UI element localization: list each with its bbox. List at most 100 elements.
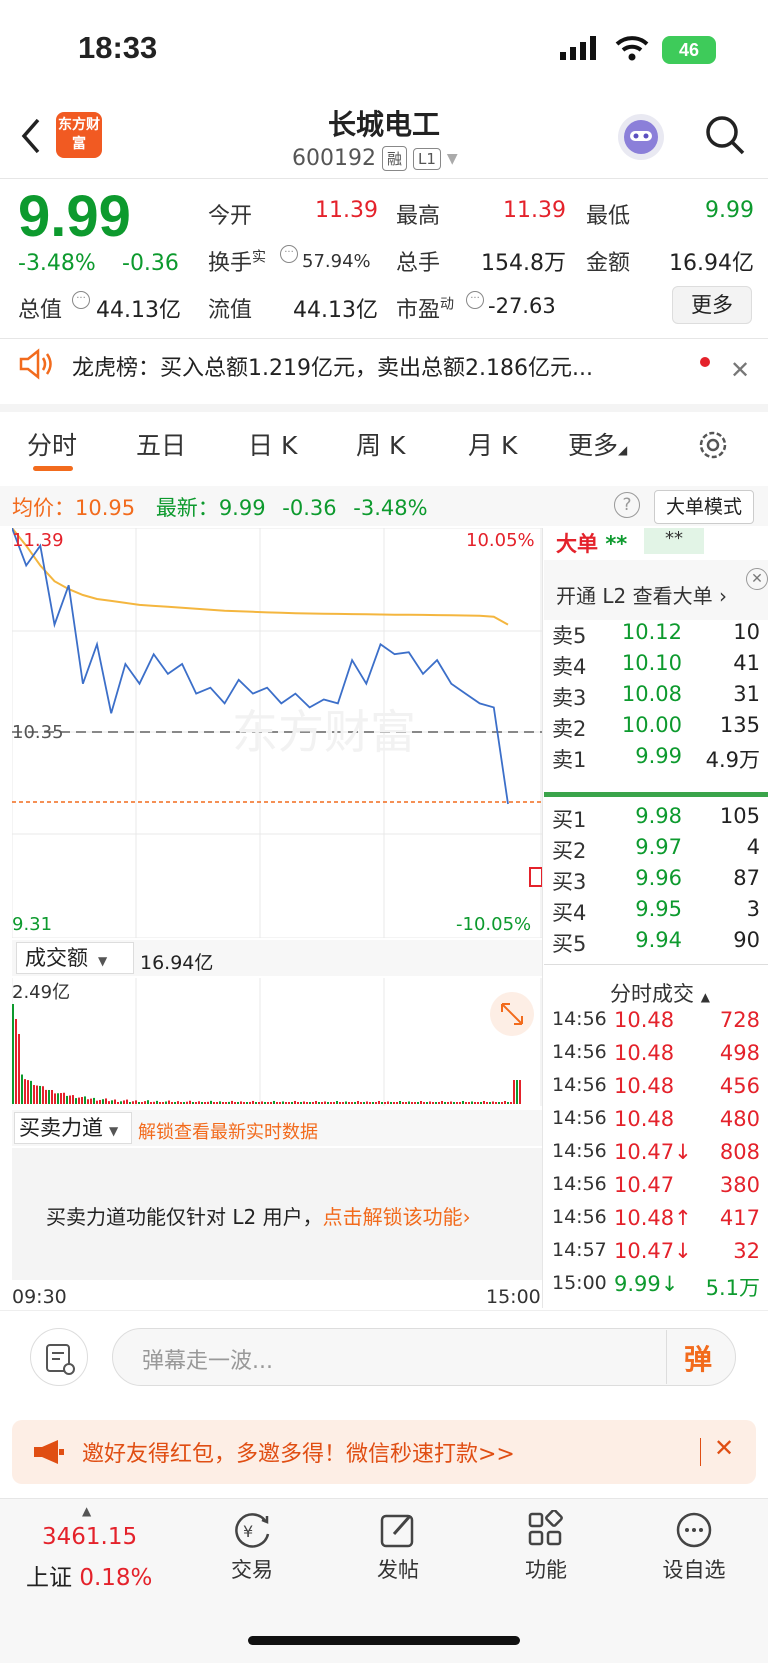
- l2-link[interactable]: 开通 L2 查看大单 ›: [556, 580, 727, 609]
- tick-time: 14:56: [552, 1173, 607, 1195]
- volume-bar: [102, 1099, 104, 1104]
- robot-assistant-icon[interactable]: [618, 114, 664, 160]
- volume-bar: [18, 1034, 20, 1104]
- avg-price-row: 均价：10.95 最新：9.99 -0.36 -3.48%: [12, 496, 428, 520]
- volume-bar: [198, 1101, 200, 1104]
- volume-chart: 2.49亿: [12, 978, 542, 1106]
- ob-volume: 4: [746, 835, 760, 859]
- tab-daily-k[interactable]: 日 K: [248, 426, 297, 462]
- volume-bar: [372, 1102, 374, 1104]
- nav-trade[interactable]: ¥ 交易: [192, 1510, 312, 1584]
- ob-volume: 90: [733, 928, 760, 952]
- more-button[interactable]: 更多: [672, 286, 752, 324]
- close-icon[interactable]: ✕: [730, 356, 750, 384]
- ticks-title[interactable]: 分时成交 ▲: [610, 978, 710, 1008]
- volume-bar: [483, 1100, 485, 1104]
- volume-bar: [279, 1102, 281, 1104]
- nav-watchlist[interactable]: 设自选: [634, 1510, 754, 1584]
- close-icon[interactable]: ✕: [746, 568, 768, 590]
- ob-price: 9.99: [635, 744, 682, 768]
- volume-bar: [438, 1101, 440, 1104]
- ob-label: 卖3: [552, 686, 587, 710]
- y-mid-label: 10.35: [12, 722, 64, 743]
- volume-bar: [111, 1100, 113, 1104]
- tab-monthly-k[interactable]: 月 K: [468, 426, 517, 462]
- volume-bar: [123, 1100, 125, 1104]
- caret-down-icon: ▼: [446, 150, 458, 167]
- tab-intraday[interactable]: 分时: [27, 426, 77, 462]
- tab-weekly-k[interactable]: 周 K: [356, 426, 405, 462]
- power-message: 买卖力道功能仅针对 L2 用户，点击解锁该功能›: [46, 1205, 471, 1229]
- volume-bar: [348, 1102, 350, 1104]
- volume-bar: [177, 1101, 179, 1104]
- ob-price: 9.94: [635, 928, 682, 952]
- tick-row: 14:56 10.48 498: [552, 1041, 760, 1075]
- ob-price: 10.10: [621, 651, 682, 675]
- tick-row: 14:56 10.48 728: [552, 1008, 760, 1042]
- volume-bar: [138, 1102, 140, 1104]
- tab-more[interactable]: 更多◢: [568, 426, 627, 462]
- volume-selector[interactable]: 成交额 ▼: [16, 942, 134, 974]
- danmu-send-button[interactable]: 弹: [684, 1338, 712, 1378]
- volume-bar: [48, 1089, 50, 1104]
- big-order-mode-button[interactable]: 大单模式: [654, 490, 754, 524]
- volume-bar: [150, 1102, 152, 1104]
- volume-bar: [492, 1101, 494, 1104]
- tick-volume: 728: [719, 1008, 760, 1032]
- volume-bar: [126, 1099, 128, 1104]
- volume-bar: [45, 1089, 47, 1104]
- info-icon[interactable]: ···: [280, 245, 298, 263]
- volume-bar: [90, 1098, 92, 1104]
- ask-row: 卖1 9.99 4.9万: [552, 744, 760, 776]
- danmu-settings-icon[interactable]: [30, 1328, 88, 1386]
- intraday-price-chart[interactable]: 东方财富 11.39 10.05% 10.35 9.31 -10.05%: [12, 528, 542, 938]
- volume-bar: [417, 1101, 419, 1104]
- volume-bar: [435, 1102, 437, 1104]
- dragon-tiger-notice[interactable]: 龙虎榜：买入总额1.219亿元，卖出总额2.186亿元...: [72, 350, 593, 382]
- volume-bar: [300, 1102, 302, 1104]
- volume-bar: [147, 1100, 149, 1104]
- volume-bar: [78, 1097, 80, 1104]
- nav-functions[interactable]: 功能: [486, 1509, 606, 1584]
- stock-code-row[interactable]: 600192 融 L1 ▼: [292, 146, 458, 171]
- danmu-placeholder: 弹幕走一波...: [142, 1349, 273, 1374]
- volume-label: 总手: [396, 251, 441, 276]
- ob-volume: 31: [733, 682, 760, 706]
- tick-time: 15:00: [552, 1272, 607, 1294]
- ob-price: 9.98: [635, 804, 682, 828]
- volume-bar: [192, 1102, 194, 1104]
- tick-row: 14:56 10.48 456: [552, 1074, 760, 1108]
- unlock-link[interactable]: 点击解锁该功能: [323, 1205, 463, 1229]
- tick-row: 14:57 10.47↓ 32: [552, 1239, 760, 1273]
- close-icon[interactable]: ✕: [714, 1434, 734, 1462]
- tick-volume: 417: [719, 1206, 760, 1230]
- power-selector[interactable]: 买卖力道 ▼: [14, 1112, 132, 1144]
- volume-bar: [405, 1102, 407, 1104]
- y-min-label: 9.31: [12, 914, 52, 935]
- volume-bar: [261, 1101, 263, 1104]
- volume-bar: [495, 1102, 497, 1104]
- total-mv-label: 总值: [18, 298, 63, 323]
- index-row[interactable]: 上证 0.18%: [26, 1558, 152, 1592]
- ask-row: 卖3 10.08 31: [552, 682, 760, 714]
- volume-bar: [57, 1093, 59, 1104]
- tick-volume: 480: [719, 1107, 760, 1131]
- volume-bar: [258, 1102, 260, 1104]
- volume-bar: [99, 1099, 101, 1104]
- bid-row: 买3 9.96 87: [552, 866, 760, 898]
- volume-bar: [168, 1100, 170, 1104]
- info-icon[interactable]: ···: [466, 291, 484, 309]
- tab-five-day[interactable]: 五日: [136, 426, 186, 462]
- nav-post[interactable]: 发帖: [338, 1510, 458, 1584]
- help-icon[interactable]: ?: [614, 492, 640, 518]
- search-icon[interactable]: [704, 114, 746, 156]
- volume-bar: [231, 1100, 233, 1104]
- margin-tag: 融: [381, 146, 407, 171]
- grid-icon: [528, 1509, 563, 1546]
- info-icon[interactable]: ···: [72, 291, 90, 309]
- index-value[interactable]: 3461.15: [42, 1524, 137, 1550]
- unlock-hint[interactable]: 解锁查看最新实时数据: [138, 1118, 318, 1144]
- gear-icon[interactable]: [696, 428, 730, 462]
- promo-text[interactable]: 邀好友得红包，多邀多得！微信秒速打款>>: [82, 1436, 515, 1468]
- volume-bar: [66, 1095, 68, 1104]
